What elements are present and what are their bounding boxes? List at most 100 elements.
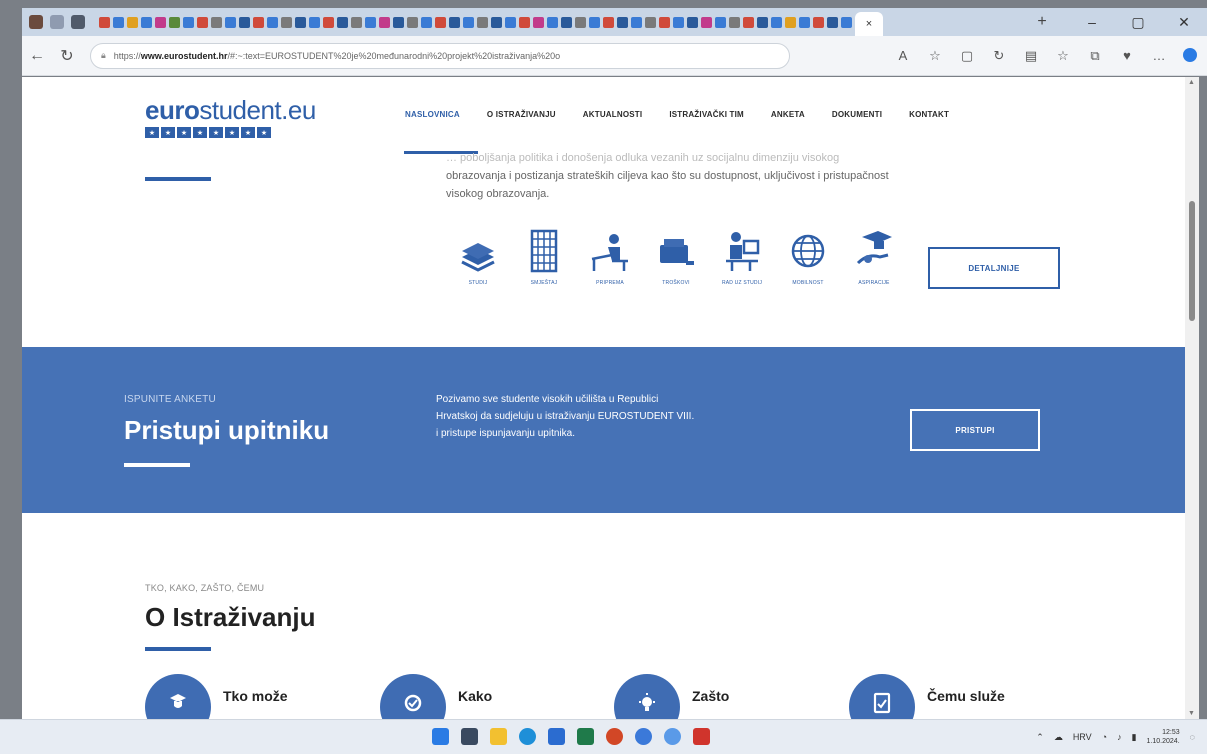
tab-favicon-icon[interactable] [421,16,432,28]
scroll-down-icon[interactable]: ▼ [1188,710,1195,717]
tab-favicon-icon[interactable] [589,16,600,28]
tab-favicon-icon[interactable] [435,16,446,28]
tab-favicon-icon[interactable] [351,16,362,28]
feature-kako[interactable]: Kako [380,674,492,719]
maximize-button[interactable]: ▢ [1115,14,1161,31]
nav-anketa[interactable]: ANKETA [771,110,805,119]
tab-favicon-icon[interactable] [561,16,572,28]
tab-favicon-icon[interactable] [575,16,586,28]
tab-favicon-icon[interactable] [771,16,782,28]
tab-favicon-icon[interactable] [225,16,236,28]
scroll-up-icon[interactable]: ▲ [1188,79,1195,86]
topic-studij[interactable]: STUDIJ [454,227,502,286]
feature-cemu-sluze[interactable]: Čemu služe [849,674,1005,719]
tab-favicon-icon[interactable] [239,16,250,28]
tab-favicon-icon[interactable] [547,16,558,28]
tab-favicon-icon[interactable] [407,16,418,28]
nav-istrazivacki-tim[interactable]: ISTRAŽIVAČKI TIM [669,110,744,119]
pristupi-button[interactable]: PRISTUPI [910,409,1040,451]
new-tab-button[interactable]: + [1029,13,1055,31]
tab-favicon-icon[interactable] [295,16,306,28]
notifications-icon[interactable]: ◌ [1190,732,1195,742]
start-windows-icon[interactable] [432,728,449,745]
clock[interactable]: 12:53 1.10.2024. [1147,728,1180,746]
tab-favicon-icon[interactable] [505,16,516,28]
back-arrow-icon[interactable]: ← [22,47,52,65]
site-logo[interactable]: eurostudent.eu ★ ★ ★ ★ ★ ★ ★ ★ [145,95,316,138]
topic-aspiracije[interactable]: ASPIRACIJE [850,227,898,286]
tab-favicon-icon[interactable] [113,16,124,28]
tab-favicon-icon[interactable] [827,16,838,28]
topic-priprema[interactable]: PRIPREMA [586,227,634,286]
tab-favicon-icon[interactable] [715,16,726,28]
tab-favicon-icon[interactable] [99,16,110,28]
nav-dokumenti[interactable]: DOKUMENTI [832,110,882,119]
tab-favicon-icon[interactable] [743,16,754,28]
tab-favicon-icon[interactable] [323,16,334,28]
tab-favicon-icon[interactable] [393,16,404,28]
app-icon[interactable] [664,728,681,745]
tab-favicon-icon[interactable] [799,16,810,28]
tab-favicon-icon[interactable] [477,16,488,28]
tab-favicon-icon[interactable] [631,16,642,28]
topic-troskovi[interactable]: TROŠKOVI [652,227,700,286]
tab-favicon-icon[interactable] [155,16,166,28]
nav-aktualnosti[interactable]: AKTUALNOSTI [583,110,643,119]
tab-favicon-icon[interactable] [659,16,670,28]
tab-favicon-icon[interactable] [533,16,544,28]
topic-mobilnost[interactable]: MOBILNOST [784,227,832,286]
feature-tko-moze[interactable]: Tko može [145,674,288,719]
performance-icon[interactable]: ♥ [1119,48,1135,64]
app-icon[interactable] [635,728,652,745]
tab-favicon-icon[interactable] [617,16,628,28]
tab-favicon-icon[interactable] [645,16,656,28]
volume-icon[interactable]: ♪ [1117,732,1122,742]
topic-smjestaj[interactable]: SMJEŠTAJ [520,227,568,286]
tab-favicon-icon[interactable] [813,16,824,28]
nav-o-istrazivanju[interactable]: O ISTRAŽIVANJU [487,110,556,119]
network-icon[interactable]: ☁︎ [1054,732,1063,743]
tab-favicon-icon[interactable] [169,16,180,28]
tab-favicon-icon[interactable] [141,16,152,28]
tab-favicon-icon[interactable] [365,16,376,28]
tab-favicon-icon[interactable] [127,16,138,28]
tab-favicon-icon[interactable] [701,16,712,28]
powerpoint-icon[interactable] [606,728,623,745]
language-indicator[interactable]: HRV [1073,732,1092,742]
read-aloud-icon[interactable]: A [895,48,911,64]
tab-favicon-icon[interactable] [491,16,502,28]
tab-favicon-icon[interactable] [785,16,796,28]
tab-favicon-icon[interactable] [463,16,474,28]
excel-icon[interactable] [577,728,594,745]
copilot-icon[interactable] [1183,47,1197,62]
file-explorer-icon[interactable] [490,728,507,745]
tab-favicon-icon[interactable] [673,16,684,28]
tab-favicon-icon[interactable] [379,16,390,28]
refresh-page-icon[interactable]: ↻ [991,48,1007,64]
close-tab-icon[interactable]: × [866,18,872,30]
wifi-icon[interactable]: ◔ [1102,732,1107,742]
tab-favicon-icon[interactable] [211,16,222,28]
workspaces-icon[interactable] [50,15,64,29]
edge-browser-icon[interactable] [519,728,536,745]
feature-zasto[interactable]: Zašto [614,674,729,719]
topic-rad-uz-studij[interactable]: RAD UZ STUDIJ [718,227,766,286]
tab-favicon-icon[interactable] [309,16,320,28]
tab-favicon-icon[interactable] [449,16,460,28]
tab-favicon-icon[interactable] [519,16,530,28]
tab-favicon-icon[interactable] [281,16,292,28]
tab-favicon-icon[interactable] [267,16,278,28]
tray-overflow-icon[interactable]: ⌃ [1036,732,1044,743]
tab-favicon-icon[interactable] [183,16,194,28]
favorite-star-icon[interactable]: ☆ [927,48,943,64]
refresh-icon[interactable]: ↻ [52,46,82,66]
more-menu-icon[interactable]: … [1151,48,1167,64]
extensions-icon[interactable]: ⧉ [1087,48,1103,64]
collections-icon[interactable]: ☆ [1055,48,1071,64]
tab-favicon-icon[interactable] [841,16,852,28]
active-tab[interactable]: × [855,12,883,36]
close-window-button[interactable]: ✕ [1161,14,1207,31]
tab-favicon-icon[interactable] [729,16,740,28]
tab-favicon-icon[interactable] [197,16,208,28]
tab-favicon-icon[interactable] [687,16,698,28]
